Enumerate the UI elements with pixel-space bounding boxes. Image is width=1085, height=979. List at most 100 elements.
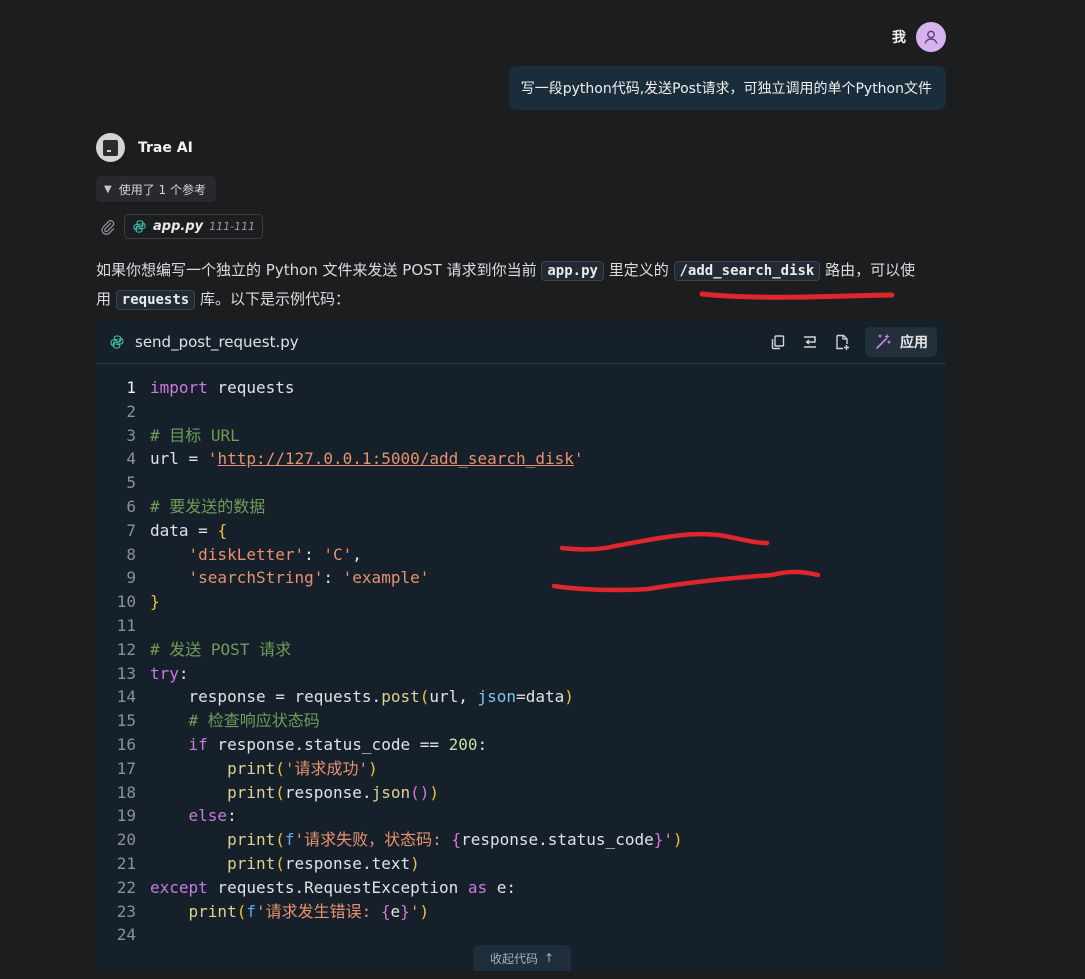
code-token: { [451,830,462,850]
code-string: 'diskLetter' [188,544,305,564]
code-token: : [477,734,488,754]
code-token: =data [516,687,565,707]
code-token: ) [564,687,574,707]
copy-icon[interactable] [767,331,789,353]
code-token: requests [207,378,295,397]
code-line: 5 [96,471,946,495]
code-line: 14 response = requests.post(url, json=da… [96,685,946,709]
code-string: 'example' [342,568,430,588]
code-line: 24 [96,923,946,947]
line-number: 6 [126,496,136,516]
code-line: 11 [96,614,946,638]
references-toggle-label: 使用了 1 个参考 [118,182,206,197]
line-number: 19 [116,806,136,826]
code-token: requests.RequestException [207,877,468,897]
reference-list: app.py 111-111 [100,214,264,239]
apply-button[interactable]: 应用 [865,327,937,357]
code-line: 13 try: [96,662,946,686]
code-token: : [178,663,189,683]
inline-code-requests: requests [115,290,196,310]
code-function: print [227,758,276,778]
code-line: 22 except requests.RequestException as e: [96,876,946,900]
person-icon[interactable] [916,22,946,52]
inline-code-app-py: app.py [541,261,604,281]
reference-file-chip[interactable]: app.py 111-111 [124,214,264,239]
code-keyword: as [467,877,488,897]
code-token: : [304,544,324,564]
code-line: 6 # 要发送的数据 [96,495,946,519]
code-token: data = [150,520,218,540]
code-line: 3 # 目标 URL [96,424,946,448]
collapse-code-button[interactable]: 收起代码 ↑ [473,945,571,971]
code-line: 2 [96,400,946,424]
code-content[interactable]: 1 import requests 2 3 # 目标 URL 4 url = 'htt… [96,376,946,947]
code-token: ) [419,901,430,921]
paperclip-icon [100,219,116,235]
paragraph-text: 库。以下是示例代码： [195,290,350,308]
collapse-code-label: 收起代码 [489,951,538,966]
code-line: 8 'diskLetter': 'C', [96,543,946,567]
code-token: : [227,806,237,826]
code-token: response. [284,782,372,802]
code-token: f [246,901,256,921]
reference-line-range: 111-111 [209,220,256,233]
code-token: ( [275,782,285,802]
insert-icon[interactable] [799,331,821,353]
line-number: 24 [116,925,136,945]
paragraph-text: 里定义的 [603,261,674,279]
python-icon [133,220,146,233]
code-token: ( [275,830,285,850]
line-number: 13 [116,663,136,683]
code-line: 4 url = 'http://127.0.0.1:5000/add_search… [96,447,946,471]
code-token: ( [236,901,247,921]
assistant-name: Trae AI [138,139,193,156]
code-token: ( [275,758,285,778]
code-toolbar: 应用 [767,327,937,357]
code-keyword: if [188,734,208,754]
code-token: : [323,568,343,588]
code-function: print [227,782,276,802]
code-token: } [150,592,160,612]
line-number: 7 [126,520,136,540]
code-token: { [380,901,391,921]
paragraph-text: 如果你想编写一个独立的 Python 文件来发送 POST 请求到你当前 [96,261,542,279]
code-token: } [653,830,664,850]
new-file-icon[interactable] [831,331,853,353]
line-number: 10 [116,592,136,612]
code-line: 19 else: [96,804,946,828]
assistant-header: Trae AI [96,133,193,162]
code-string: '请求失败，状态码: [294,830,452,850]
line-number: 21 [116,853,136,873]
code-function: post [381,687,420,707]
assistant-paragraph: 如果你想编写一个独立的 Python 文件来发送 POST 请求到你当前 app… [96,256,926,314]
code-token: { [217,520,228,540]
code-token: , [352,544,362,564]
apply-button-label: 应用 [900,335,928,351]
code-token: response.status_code [461,830,654,850]
line-number: 15 [116,711,136,731]
line-number: 14 [116,687,136,707]
chevron-down-icon: ▼ [104,183,112,195]
trae-logo-icon [96,133,125,162]
code-line: 17 print('请求成功') [96,757,946,781]
references-toggle[interactable]: ▼ 使用了 1 个参考 [96,176,216,202]
code-keyword: try [150,663,179,683]
code-number: 200 [448,734,478,754]
code-function: print [227,830,276,850]
line-number: 23 [116,901,136,921]
code-string: 'searchString' [188,568,324,588]
line-number: 18 [116,782,136,802]
line-number: 17 [116,758,136,778]
code-token: } [400,901,410,921]
code-line: 20 print(f'请求失败，状态码: {response.status_co… [96,828,946,852]
code-token: ( [275,853,285,873]
code-token: response.status_code == [207,734,449,754]
arrow-up-icon: ↑ [543,951,555,965]
code-token: ' [573,449,584,469]
code-line: 15 # 检查响应状态码 [96,709,946,733]
code-url-link[interactable]: http://127.0.0.1:5000/add_search_disk [217,449,573,468]
code-string: '请求发生错误: [255,901,381,921]
code-comment: # 发送 POST 请求 [150,639,292,659]
code-comment: # 要发送的数据 [150,496,266,516]
code-token: json [477,687,517,707]
